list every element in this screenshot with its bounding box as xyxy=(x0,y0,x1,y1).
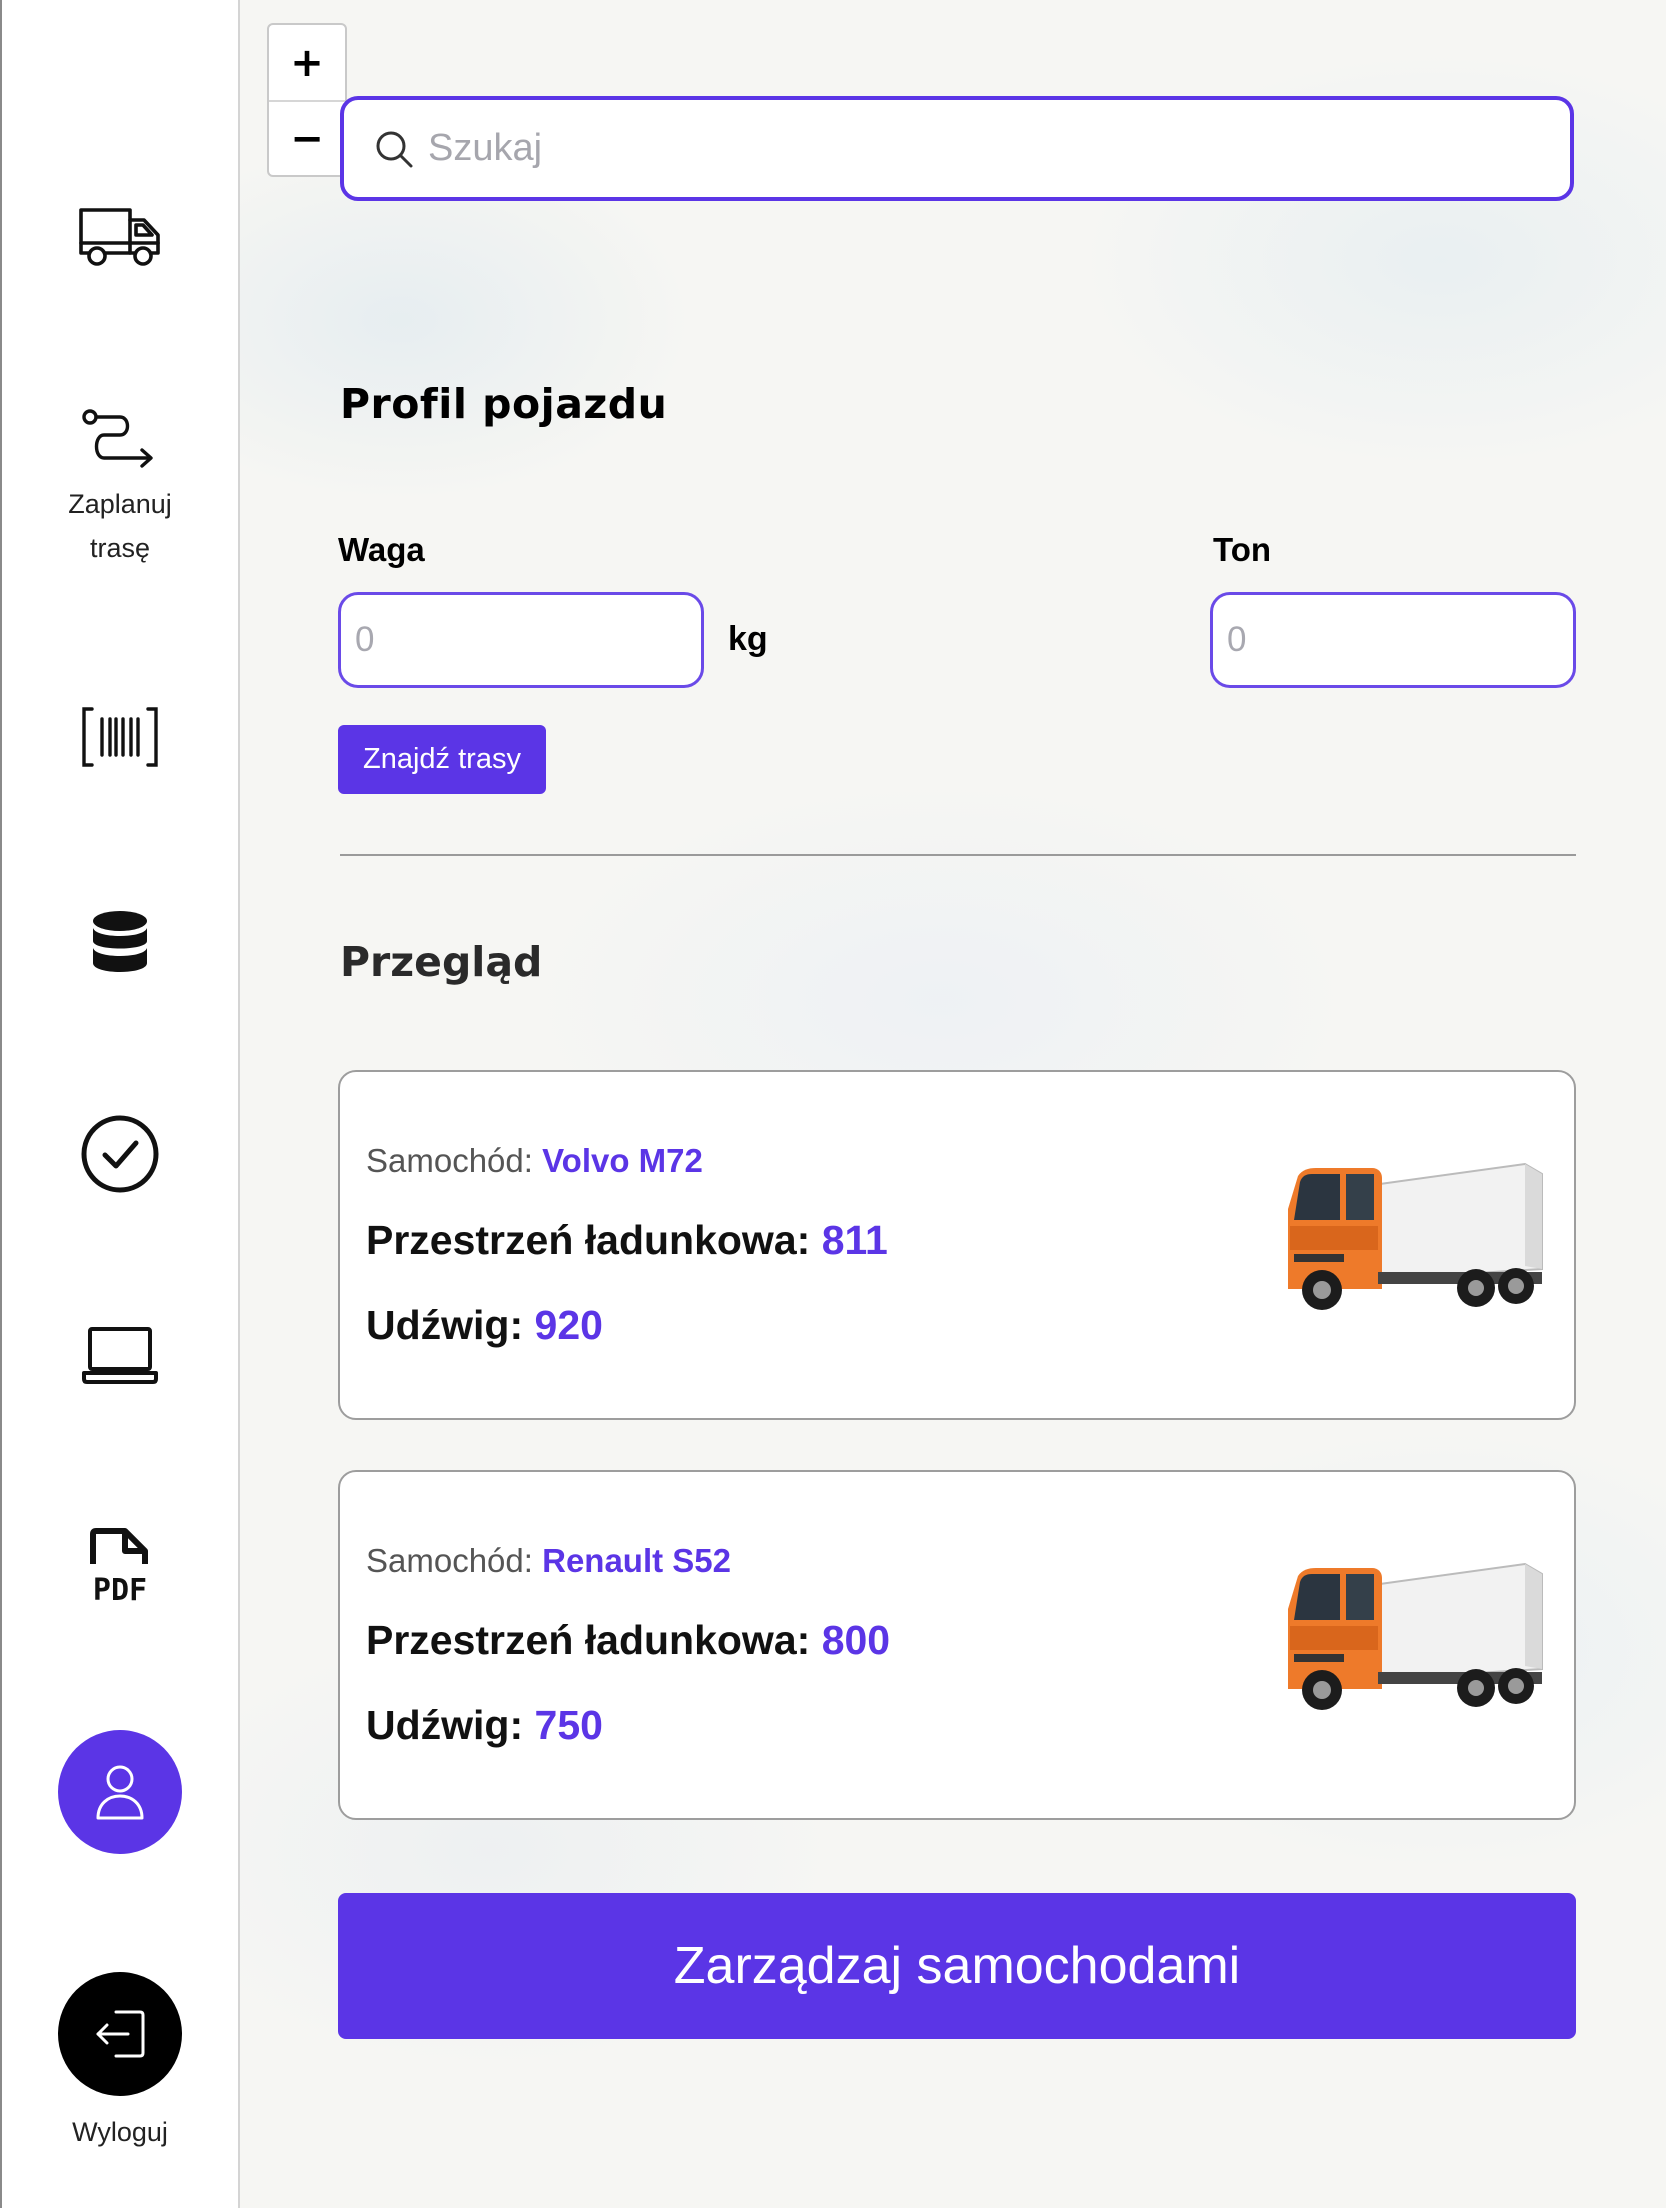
database-icon xyxy=(91,911,149,972)
search-bar[interactable] xyxy=(340,96,1574,201)
vehicle-name: Volvo M72 xyxy=(542,1142,703,1179)
pdf-icon: PDF xyxy=(90,1528,148,1604)
logout-label: Wyloguj xyxy=(72,2117,168,2147)
search-icon xyxy=(376,131,413,167)
vehicle-name-line: Samochód: Volvo M72 xyxy=(366,1142,703,1179)
cargo-space-line: Przestrzeń ładunkowa: 800 xyxy=(366,1617,891,1663)
sidebar-item-devices[interactable] xyxy=(2,1325,238,1387)
logout-icon xyxy=(96,2010,145,2058)
profile-button[interactable] xyxy=(58,1730,182,1854)
sidebar-item-logout[interactable]: Wyloguj xyxy=(2,1972,238,2154)
sidebar-item-barcode[interactable] xyxy=(2,705,238,769)
sidebar-item-database[interactable] xyxy=(2,910,238,978)
capacity-line: Udźwig: 750 xyxy=(366,1702,603,1748)
overview-title: Przegląd xyxy=(340,938,543,986)
vehicle-profile-title: Profil pojazdu xyxy=(340,380,668,428)
user-icon xyxy=(96,1765,144,1820)
zoom-in-button[interactable]: + xyxy=(269,25,345,100)
sidebar-item-tasks[interactable] xyxy=(2,1113,238,1195)
sidebar-item-pdf[interactable]: PDF xyxy=(2,1528,238,1604)
ton-label: Ton xyxy=(1213,531,1272,568)
svg-text:PDF: PDF xyxy=(93,1573,147,1604)
find-routes-button[interactable]: Znajdź trasy xyxy=(338,725,546,794)
truck-image xyxy=(1288,1162,1543,1310)
cargo-space-value: 800 xyxy=(821,1617,891,1663)
capacity-value: 920 xyxy=(534,1302,603,1348)
zoom-control: + − xyxy=(267,23,347,177)
vehicle-card[interactable]: Samochód: Renault S52 Przestrzeń ładunko… xyxy=(338,1470,1576,1820)
truck-image xyxy=(1288,1562,1543,1710)
sidebar-item-label: Zaplanuj trasę xyxy=(68,489,172,563)
sidebar: Zaplanuj trasę PDF Wyloguj xyxy=(0,0,240,2208)
check-circle-icon xyxy=(81,1115,159,1193)
vehicle-card[interactable]: Samochód: Volvo M72 Przestrzeń ładunkowa… xyxy=(338,1070,1576,1420)
capacity-line: Udźwig: 920 xyxy=(366,1302,603,1348)
zoom-out-button[interactable]: − xyxy=(269,100,345,175)
route-icon xyxy=(82,409,153,468)
cargo-space-value: 811 xyxy=(821,1217,888,1263)
sidebar-item-plan-route[interactable]: Zaplanuj trasę xyxy=(2,408,238,570)
sidebar-item-profile[interactable] xyxy=(2,1730,238,1854)
manage-vehicles-button[interactable]: Zarządzaj samochodami xyxy=(338,1893,1576,2039)
laptop-icon xyxy=(82,1327,158,1384)
weight-label: Waga xyxy=(338,531,425,568)
logout-button[interactable] xyxy=(58,1972,182,2096)
sidebar-item-vehicles[interactable] xyxy=(2,205,238,269)
vehicle-name-line: Samochód: Renault S52 xyxy=(366,1542,732,1579)
weight-unit: kg xyxy=(728,620,768,658)
truck-icon xyxy=(79,208,160,266)
barcode-icon xyxy=(82,707,158,767)
ton-input[interactable] xyxy=(1210,592,1576,688)
divider xyxy=(340,854,1576,856)
cargo-space-line: Przestrzeń ładunkowa: 811 xyxy=(366,1217,888,1263)
weight-input[interactable] xyxy=(338,592,704,688)
search-input[interactable] xyxy=(428,127,1528,170)
vehicle-name: Renault S52 xyxy=(542,1542,732,1579)
capacity-value: 750 xyxy=(534,1702,603,1748)
